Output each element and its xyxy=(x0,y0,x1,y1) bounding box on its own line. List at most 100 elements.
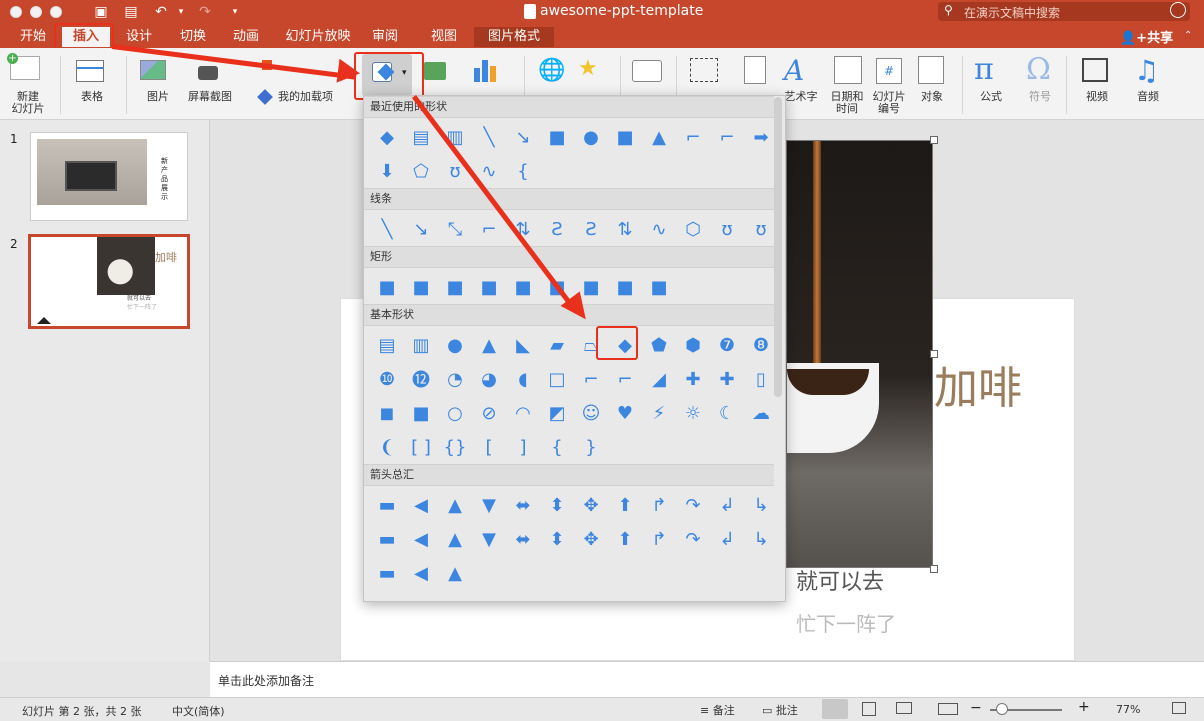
shape-option[interactable]: ⌐ xyxy=(574,362,608,396)
object-icon[interactable] xyxy=(918,56,944,84)
save-icon[interactable]: ▤ xyxy=(122,3,140,21)
slide-2-thumbnail[interactable]: 加啡 就可以去 忙下一阵了 xyxy=(28,234,190,329)
shape-option[interactable]: ▼ xyxy=(472,522,506,556)
shape-option[interactable]: [ xyxy=(472,430,506,464)
minimize-window-button[interactable] xyxy=(30,6,42,18)
tab-view[interactable]: 视图 xyxy=(420,27,468,47)
shape-option[interactable]: ■ xyxy=(438,270,472,304)
shape-option[interactable]: ╲ xyxy=(370,212,404,246)
shape-option[interactable]: ◠ xyxy=(506,396,540,430)
shape-option[interactable]: ↲ xyxy=(710,488,744,522)
shape-option[interactable]: ◔ xyxy=(438,362,472,396)
shape-option[interactable]: ✚ xyxy=(676,362,710,396)
shape-option[interactable]: ⊘ xyxy=(472,396,506,430)
shape-option[interactable]: ✥ xyxy=(574,522,608,556)
shape-option[interactable]: ◖ xyxy=(506,362,540,396)
resize-handle[interactable] xyxy=(930,565,938,573)
slide-line1[interactable]: 就可以去 xyxy=(796,564,884,596)
shape-option[interactable]: ↳ xyxy=(744,488,778,522)
header-footer-icon[interactable] xyxy=(744,56,766,84)
language-indicator[interactable]: 中文(简体) xyxy=(172,703,225,719)
shape-option[interactable]: ■ xyxy=(540,120,574,154)
slide-number-icon[interactable]: # xyxy=(876,58,902,84)
shape-option[interactable]: ☁ xyxy=(744,396,778,430)
symbol-icon[interactable]: Ω xyxy=(1026,52,1051,87)
shape-option[interactable]: {} xyxy=(438,430,472,464)
normal-view-icon[interactable] xyxy=(822,699,848,719)
shape-option[interactable]: ❨ xyxy=(370,430,404,464)
shape-option[interactable]: ⬍ xyxy=(540,522,574,556)
shape-option[interactable]: ▬ xyxy=(370,488,404,522)
reading-view-icon[interactable] xyxy=(896,702,912,714)
shape-option[interactable]: ▬ xyxy=(370,556,404,590)
shape-option[interactable]: { xyxy=(506,154,540,188)
shape-option[interactable]: ▲ xyxy=(472,328,506,362)
shape-option[interactable]: ◼ xyxy=(370,396,404,430)
resize-handle[interactable] xyxy=(930,136,938,144)
shape-option[interactable]: ➡ xyxy=(744,120,778,154)
shape-option[interactable]: ▲ xyxy=(438,522,472,556)
shape-option[interactable]: ✥ xyxy=(574,488,608,522)
shape-option[interactable]: ◀ xyxy=(404,556,438,590)
shape-option[interactable]: ◕ xyxy=(472,362,506,396)
shape-option[interactable]: ↲ xyxy=(710,522,744,556)
tab-slideshow[interactable]: 幻灯片放映 xyxy=(278,27,358,47)
close-window-button[interactable] xyxy=(10,6,22,18)
shape-option[interactable]: ↷ xyxy=(676,488,710,522)
shape-option[interactable]: ✚ xyxy=(710,362,744,396)
shape-option[interactable]: [ ] xyxy=(404,430,438,464)
shape-option[interactable]: ▬ xyxy=(370,522,404,556)
shape-option[interactable]: ◀ xyxy=(404,522,438,556)
zoom-in-icon[interactable]: + xyxy=(1078,699,1090,715)
audio-icon[interactable]: ♫ xyxy=(1134,54,1159,87)
shape-option[interactable]: ↱ xyxy=(642,488,676,522)
tab-review[interactable]: 审阅 xyxy=(362,27,408,47)
screenshot-icon[interactable] xyxy=(198,66,218,80)
shape-option[interactable]: ▼ xyxy=(472,488,506,522)
shape-option[interactable]: ■ xyxy=(608,270,642,304)
hyperlink-icon[interactable]: 🌐 xyxy=(538,58,565,83)
shape-option[interactable]: Ƨ xyxy=(540,212,574,246)
shape-option[interactable]: ▲ xyxy=(438,488,472,522)
shape-option[interactable]: ╲ xyxy=(472,120,506,154)
shape-option[interactable]: ■ xyxy=(608,120,642,154)
shape-option[interactable]: ⬠ xyxy=(404,154,438,188)
ribbon-collapse-icon[interactable]: ⌃ xyxy=(1184,30,1192,41)
shape-option[interactable]: ↳ xyxy=(744,522,778,556)
shape-option[interactable]: ● xyxy=(574,120,608,154)
shape-option[interactable]: ↘ xyxy=(404,212,438,246)
action-icon[interactable]: ★ xyxy=(578,56,598,81)
coffee-photo[interactable] xyxy=(786,140,933,568)
shape-option[interactable]: ⌐ xyxy=(676,120,710,154)
shape-option[interactable]: ▯ xyxy=(744,362,778,396)
slideshow-icon[interactable] xyxy=(938,703,958,715)
shape-option[interactable]: ⬍ xyxy=(540,488,574,522)
shape-option[interactable]: ↘ xyxy=(506,120,540,154)
shape-option[interactable]: ʊ xyxy=(744,212,778,246)
sidebar-toggle-icon[interactable]: ▣ xyxy=(92,3,110,21)
shape-option[interactable]: ◢ xyxy=(642,362,676,396)
zoom-slider-thumb[interactable] xyxy=(996,703,1008,715)
shape-option[interactable]: ⤡ xyxy=(438,212,472,246)
shape-option[interactable]: ⬇ xyxy=(370,154,404,188)
shape-option[interactable]: ■ xyxy=(472,270,506,304)
shape-option[interactable]: ⬟ xyxy=(642,328,676,362)
tab-home[interactable]: 开始 xyxy=(10,27,56,47)
shape-option[interactable]: ◣ xyxy=(506,328,540,362)
shape-option[interactable]: ◆ xyxy=(370,120,404,154)
shape-option[interactable]: ] xyxy=(506,430,540,464)
shape-option[interactable]: } xyxy=(574,430,608,464)
shape-option[interactable]: ○ xyxy=(438,396,472,430)
new-slide-icon[interactable]: + xyxy=(7,53,40,80)
shape-option[interactable]: ◩ xyxy=(540,396,574,430)
tab-design[interactable]: 设计 xyxy=(114,27,164,47)
shape-option[interactable]: ⇅ xyxy=(608,212,642,246)
shape-option[interactable]: ☾ xyxy=(710,396,744,430)
shape-option[interactable]: ⌐ xyxy=(710,120,744,154)
slide-1-thumbnail[interactable]: 新 产 品 展 示 xyxy=(30,132,188,221)
shape-option[interactable]: ❿ xyxy=(370,362,404,396)
undo-icon[interactable]: ↶ xyxy=(152,3,170,21)
shape-option[interactable]: ☺ xyxy=(574,396,608,430)
shape-option[interactable]: ❼ xyxy=(710,328,744,362)
shape-option[interactable]: ▤ xyxy=(370,328,404,362)
